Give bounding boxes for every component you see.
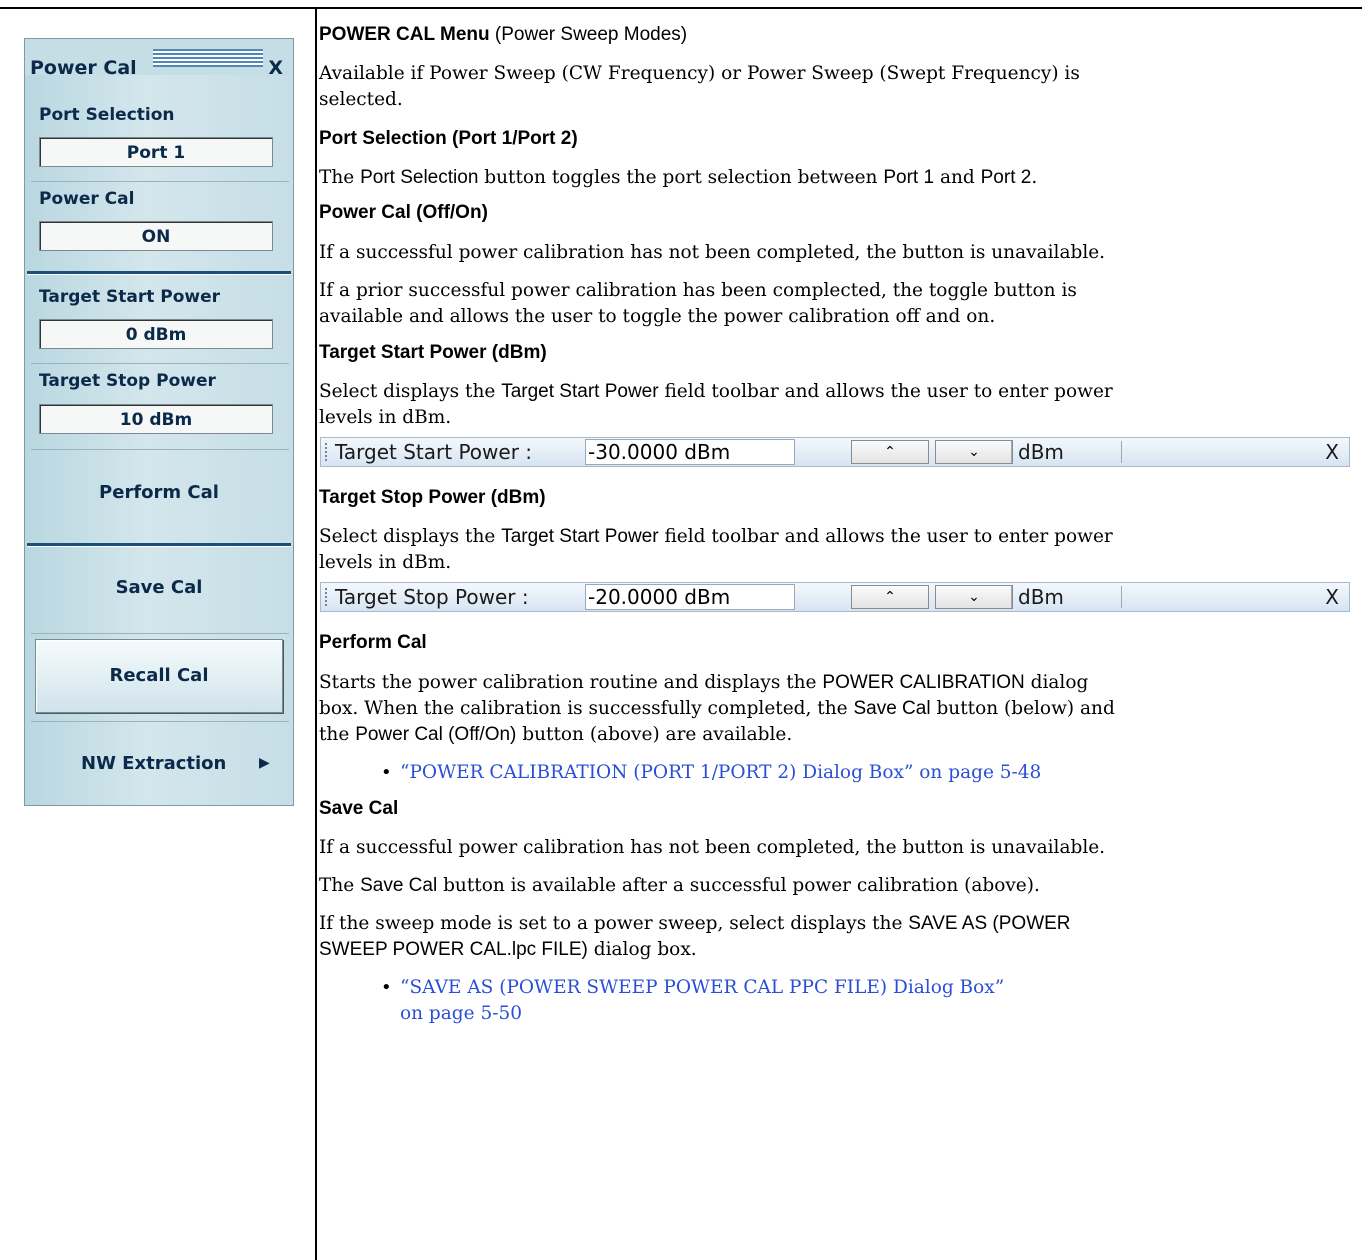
save-cal-text-2: The Save Cal button is available after a… [319,875,1040,896]
toolbar-grip[interactable] [325,443,327,461]
save-cal-text-3b: SWEEP POWER CAL.lpc FILE) dialog box. [319,939,697,960]
divider [31,721,289,722]
divider [31,633,289,634]
main-heading: POWER CAL Menu (Power Sweep Modes) [319,24,688,45]
toolbar-separator [1121,441,1122,463]
perform-cal-button[interactable]: Perform Cal [25,482,293,503]
port-selection-label: Port Selection [39,105,175,125]
perform-cal-text-1: Starts the power calibration routine and… [319,672,1089,693]
perform-cal-text-3: the Power Cal (Off/On) button (above) ar… [319,724,793,745]
save-cal-text-3a: If the sweep mode is set to a power swee… [319,913,1071,934]
recall-cal-button[interactable]: Recall Cal [35,639,283,713]
toolbar-grip[interactable] [325,588,327,606]
target-stop-heading: Target Stop Power (dBm) [319,487,546,508]
close-icon[interactable]: X [1325,440,1339,464]
save-cal-button[interactable]: Save Cal [25,577,293,598]
decrement-button[interactable]: ⌄ [935,585,1013,609]
divider [31,181,289,182]
power-cal-text-2a: If a prior successful power calibration … [319,280,1077,301]
target-start-power-field[interactable]: 0 dBm [39,319,273,349]
port-selection-field[interactable]: Port 1 [39,137,273,167]
decrement-button[interactable]: ⌄ [935,440,1013,464]
port-selection-heading: Port Selection (Port 1/Port 2) [319,128,578,149]
unit-label: dBm [1018,440,1064,464]
target-start-text-1: Select displays the Target Start Power f… [319,381,1113,402]
target-stop-text-2: levels in dBm. [319,552,452,573]
menu-title: Power Cal [30,57,137,79]
section-divider [27,543,291,547]
nw-extraction-label: NW Extraction [81,753,227,774]
section-divider [27,271,291,275]
power-cal-menu: Power Cal X Port Selection Port 1 Power … [24,38,294,806]
perform-cal-text-2: box. When the calibration is successfull… [319,698,1115,719]
bullet: • [381,762,392,783]
power-cal-heading: Power Cal (Off/On) [319,202,488,223]
target-start-power-label: Target Start Power [39,287,221,307]
save-as-dialog-link[interactable]: “SAVE AS (POWER SWEEP POWER CAL PPC FILE… [400,975,1004,1001]
power-cal-text-2b: available and allows the user to toggle … [319,306,996,327]
power-cal-field[interactable]: ON [39,221,273,251]
toolbar-label: Target Start Power : [335,440,533,464]
titlebar-grip [153,49,263,67]
submenu-arrow-icon: ▶ [259,755,270,771]
port-selection-text: The Port Selection button toggles the po… [319,167,1038,188]
target-start-power-toolbar: Target Start Power : -30.0000 dBm ⌃ ⌄ dB… [320,437,1350,467]
toolbar-separator [1011,441,1012,463]
target-start-power-input[interactable]: -30.0000 dBm [585,439,795,465]
increment-button[interactable]: ⌃ [851,440,929,464]
intro-line-2: selected. [319,89,403,110]
increment-button[interactable]: ⌃ [851,585,929,609]
page-top-rule [0,7,1362,9]
divider [31,449,289,450]
power-cal-text-1: If a successful power calibration has no… [319,242,1106,263]
close-icon[interactable]: X [1325,585,1339,609]
nw-extraction-button[interactable]: NW Extraction [81,753,226,774]
divider [31,363,289,364]
bullet: • [381,977,392,998]
power-calibration-dialog-link[interactable]: “POWER CALIBRATION (PORT 1/PORT 2) Dialo… [400,760,1041,786]
column-divider [315,8,317,1260]
toolbar-separator [1011,586,1012,608]
unit-label: dBm [1018,585,1064,609]
intro-line-1: Available if Power Sweep (CW Frequency) … [319,63,1080,84]
save-cal-heading: Save Cal [319,798,399,819]
save-as-dialog-link-page[interactable]: on page 5-50 [400,1001,522,1027]
target-stop-power-toolbar: Target Stop Power : -20.0000 dBm ⌃ ⌄ dBm… [320,582,1350,612]
target-start-text-2: levels in dBm. [319,407,452,428]
target-stop-power-input[interactable]: -20.0000 dBm [585,584,795,610]
close-icon[interactable]: X [268,57,283,79]
target-start-heading: Target Start Power (dBm) [319,342,547,363]
target-stop-text-1: Select displays the Target Start Power f… [319,526,1113,547]
toolbar-separator [1121,586,1122,608]
target-stop-power-field[interactable]: 10 dBm [39,404,273,434]
save-cal-text-1: If a successful power calibration has no… [319,837,1106,858]
target-stop-power-label: Target Stop Power [39,371,216,391]
perform-cal-heading: Perform Cal [319,632,427,653]
menu-titlebar[interactable]: Power Cal X [25,39,293,79]
power-cal-label: Power Cal [39,189,135,209]
toolbar-label: Target Stop Power : [335,585,529,609]
